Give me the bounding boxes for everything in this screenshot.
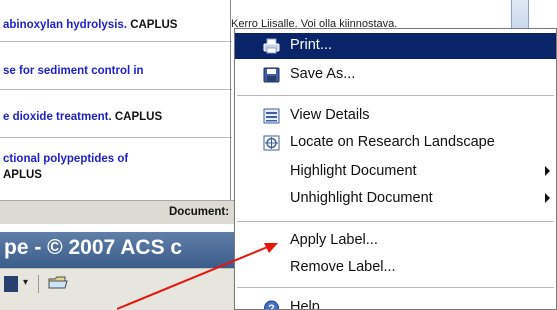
- menu-item-highlight-document[interactable]: Highlight Document: [235, 159, 556, 185]
- menu-item-print[interactable]: Print...: [235, 33, 556, 59]
- save-disk-icon: [263, 67, 280, 83]
- submenu-arrow-icon: [545, 193, 550, 203]
- menu-item-remove-label[interactable]: Remove Label...: [235, 255, 556, 281]
- result-title-link[interactable]: ctional polypeptides of: [3, 153, 128, 165]
- table-row[interactable]: ctional polypeptides of APLUS: [0, 138, 232, 200]
- menu-item-label: Save As...: [290, 66, 356, 82]
- table-row[interactable]: e dioxide treatment. CAPLUS: [0, 90, 232, 138]
- menu-item-label: Remove Label...: [290, 259, 396, 275]
- menu-item-label: Apply Label...: [290, 232, 378, 248]
- menu-item-view-details[interactable]: View Details: [235, 103, 556, 129]
- result-source: APLUS: [3, 169, 42, 181]
- view-dropdown-button[interactable]: ▾: [0, 273, 36, 295]
- open-folder-button[interactable]: [46, 273, 72, 295]
- menu-item-label: Unhighlight Document: [290, 190, 433, 206]
- app-header-text: pe - © 2007 ACS c: [4, 236, 183, 259]
- result-title-link[interactable]: abinoxylan hydrolysis.: [3, 19, 127, 31]
- chevron-down-icon: ▾: [23, 277, 29, 288]
- menu-separator: [237, 221, 554, 222]
- menu-item-save-as[interactable]: Save As...: [235, 62, 556, 88]
- context-menu: Print... Save As... View Details Locate …: [234, 28, 557, 310]
- column-divider: [230, 0, 231, 200]
- printer-icon: [263, 38, 280, 54]
- help-icon: ?: [263, 300, 280, 310]
- folder-icon: [48, 276, 68, 289]
- menu-separator: [237, 95, 554, 96]
- menu-item-locate-landscape[interactable]: Locate on Research Landscape: [235, 130, 556, 156]
- toolbar-divider: [38, 275, 39, 293]
- details-list-icon: [263, 108, 280, 124]
- menu-separator: [237, 287, 554, 288]
- result-title-link[interactable]: se for sediment control in: [3, 65, 144, 77]
- document-bar: Document:: [0, 200, 240, 224]
- menu-item-label: Help: [290, 299, 320, 310]
- document-label: Document:: [169, 206, 230, 218]
- result-title-link[interactable]: e dioxide treatment.: [3, 111, 112, 123]
- menu-item-label: Print...: [290, 37, 332, 53]
- table-row[interactable]: abinoxylan hydrolysis. CAPLUS: [0, 0, 232, 42]
- result-source: CAPLUS: [130, 19, 178, 31]
- menu-item-label: Locate on Research Landscape: [290, 134, 495, 150]
- menu-item-label: View Details: [290, 107, 370, 123]
- menu-item-apply-label[interactable]: Apply Label...: [235, 228, 556, 254]
- submenu-arrow-icon: [545, 166, 550, 176]
- locate-crosshair-icon: [263, 135, 280, 151]
- result-source: CAPLUS: [114, 111, 163, 123]
- menu-item-label: Highlight Document: [290, 163, 417, 179]
- view-mode-icon: [4, 276, 18, 292]
- svg-text:?: ?: [268, 303, 275, 310]
- menu-item-unhighlight-document[interactable]: Unhighlight Document: [235, 186, 556, 212]
- menu-item-help[interactable]: ? Help: [235, 295, 556, 310]
- table-row[interactable]: se for sediment control in: [0, 42, 232, 90]
